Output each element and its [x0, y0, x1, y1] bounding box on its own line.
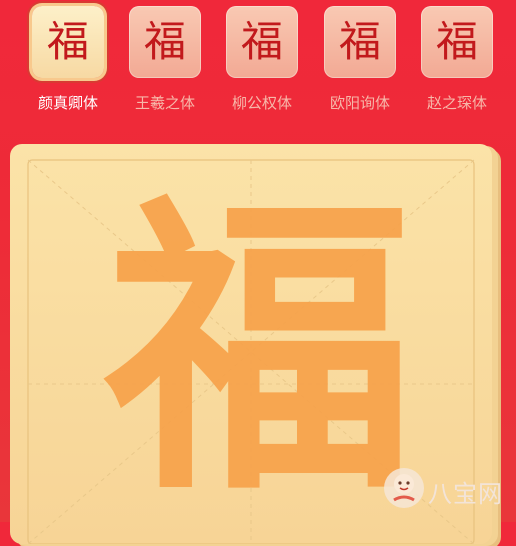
watermark-text: 八宝网 — [428, 480, 503, 508]
font-preview-tile: 福 — [226, 6, 298, 78]
font-preview-glyph: 福 — [338, 17, 381, 66]
font-option-zhao-zhichen[interactable]: 福 赵之琛体 — [417, 6, 497, 113]
site-watermark: 八宝网 — [382, 462, 512, 518]
font-option-liu-gongquan[interactable]: 福 柳公权体 — [222, 6, 302, 113]
font-preview-tile: 福 — [421, 6, 493, 78]
font-preview-glyph: 福 — [46, 17, 89, 66]
font-option-label: 颜真卿体 — [37, 94, 98, 112]
font-preview-tile: 福 — [32, 6, 104, 78]
font-preview-tile: 福 — [129, 6, 201, 78]
font-preview-glyph: 福 — [240, 17, 283, 66]
font-style-selector: 福 颜真卿体 福 王羲之体 福 柳公权体 福 欧阳询体 福 赵之琛体 — [0, 0, 516, 135]
font-preview-glyph: 福 — [143, 17, 186, 66]
font-option-wang-xizhi[interactable]: 福 王羲之体 — [125, 6, 205, 113]
font-option-label: 王羲之体 — [134, 94, 195, 112]
font-option-label: 柳公权体 — [231, 94, 292, 112]
font-option-ouyang-xun[interactable]: 福 欧阳询体 — [320, 6, 400, 113]
font-option-label: 欧阳询体 — [329, 94, 390, 112]
font-option-yan-zhenqing[interactable]: 福 颜真卿体 — [28, 6, 108, 113]
font-preview-glyph: 福 — [435, 17, 478, 66]
font-preview-tile: 福 — [324, 6, 396, 78]
font-option-label: 赵之琛体 — [426, 94, 487, 112]
mascot-logo-icon — [384, 468, 424, 508]
